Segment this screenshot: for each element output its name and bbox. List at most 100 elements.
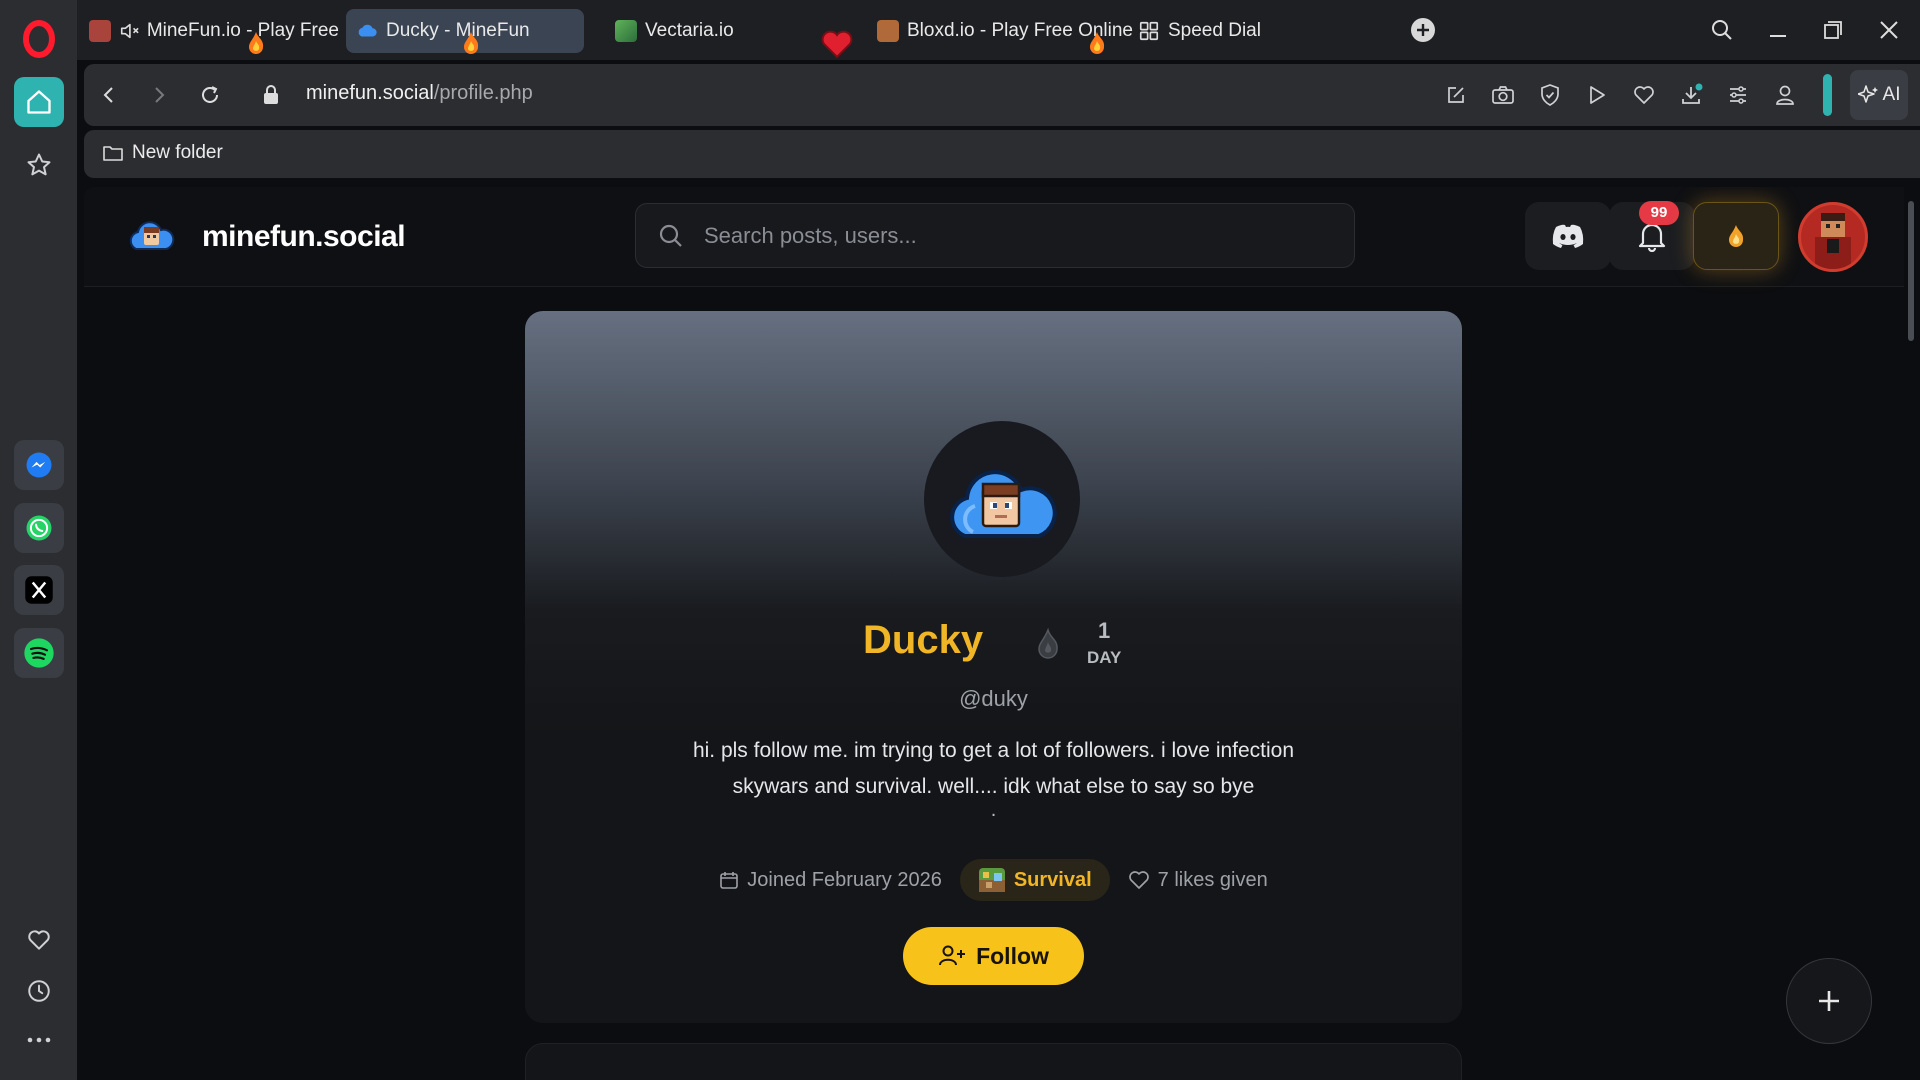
user-avatar[interactable] [1798,202,1868,272]
survival-mode-icon [978,868,1005,892]
streak-fire-icon [1729,225,1744,247]
bookmark-folder-label: New folder [132,142,223,163]
tab-title: Ducky - MineFun [386,20,530,41]
lock-icon[interactable] [256,80,286,110]
pinboard-star-icon[interactable] [14,140,64,190]
back-button[interactable] [94,80,124,110]
streak-unit: DAY [1087,648,1122,667]
create-post-button[interactable] [1786,958,1872,1044]
home-icon[interactable] [14,77,64,127]
favorites-heart-icon[interactable] [14,915,64,965]
folder-icon [103,146,123,161]
profile-name-row: Ducky [863,618,983,663]
url-domain: minefun.social [306,82,434,104]
notification-badge: 99 [1639,201,1679,225]
fire-icon [464,32,479,54]
search-placeholder: Search posts, users... [704,223,917,248]
url-path: /profile.php [433,82,533,104]
bloxd-favicon-icon [877,20,899,42]
add-user-icon [939,945,966,966]
history-clock-icon[interactable] [14,966,64,1016]
reload-button[interactable] [195,80,225,110]
restore-button[interactable] [1813,12,1853,48]
vectaria-favicon-icon [615,20,637,42]
tab-title: Speed Dial [1168,20,1261,41]
profile-account-icon[interactable] [1770,80,1800,110]
search-icon [659,224,682,247]
follow-button[interactable]: Follow [903,927,1084,985]
tab-title: Vectaria.io [645,20,734,41]
easy-setup-edit-icon[interactable] [1441,80,1471,110]
muted-speaker-icon[interactable] [119,20,141,42]
play-flow-icon[interactable] [1582,80,1612,110]
streak-counter: 1 DAY [1087,618,1121,668]
aria-indicator [1823,74,1832,116]
cloud-character-avatar-icon [950,470,1057,538]
downloads-icon[interactable] [1676,80,1706,110]
heart-outline-icon [1128,871,1149,889]
minimize-button[interactable] [1758,12,1798,48]
joined-text: Joined February 2026 [747,868,942,891]
address-bar: minefun.social/profile.php AI [84,64,1920,126]
plus-icon [1819,991,1839,1011]
whatsapp-icon[interactable] [14,503,64,553]
minefun-favicon-icon [89,20,111,42]
joined-date: Joined February 2026 [719,869,942,892]
likes-given-text: 7 likes given [1157,868,1268,891]
tab-strip: MineFun.io - Play Free Ducky - MineFun V… [77,0,1920,60]
snapshot-camera-icon[interactable] [1488,80,1518,110]
bookmark-folder[interactable]: New folder [102,142,223,164]
profile-bio-trailing: . [990,799,997,821]
likes-given: 7 likes given [1128,869,1268,892]
profile-card: Ducky 1 DAY @duky hi. pls follow me. im … [525,311,1462,1023]
minefun-cloud-logo-icon[interactable] [126,215,176,255]
discord-icon [1552,224,1584,248]
fire-icon [249,32,264,54]
tab-speed-dial[interactable]: Speed Dial [1138,9,1338,53]
speed-dial-grid-icon [1139,21,1159,41]
spotify-icon[interactable] [14,628,64,678]
x-twitter-icon[interactable] [14,565,64,615]
ai-label: AI [1882,84,1901,105]
new-tab-button[interactable] [1403,12,1443,48]
profile-display-name: Ducky [863,618,984,662]
favorite-game-mode-badge[interactable]: Survival [959,859,1110,901]
messenger-icon[interactable] [14,440,64,490]
streak-value: 1 [1098,618,1111,643]
fire-icon [1090,32,1105,54]
browser-sidebar [0,0,77,1080]
url-field[interactable]: minefun.social/profile.php [306,82,533,105]
shield-adblock-icon[interactable] [1535,80,1565,110]
streak-fire-icon [1038,627,1058,659]
tab-title: MineFun.io - Play Free [146,20,339,41]
bookmark-heart-icon[interactable] [1629,80,1659,110]
profile-bio: hi. pls follow me. im trying to get a lo… [692,739,1295,798]
follow-label: Follow [976,942,1049,969]
web-page: minefun.social Search posts, users... 99 [84,187,1920,1080]
forward-button[interactable] [144,80,174,110]
streak-fire-button[interactable] [1693,202,1779,270]
profile-handle: @duky [959,686,1028,711]
heart-icon [821,30,853,59]
minefun-cloud-favicon-icon [358,24,377,37]
page-scrollbar[interactable] [1908,201,1914,341]
bookmarks-bar: New folder [84,130,1920,178]
tab-search-icon[interactable] [1702,12,1742,48]
tab-minefun-play[interactable]: MineFun.io - Play Free [89,9,339,53]
discord-button[interactable] [1525,202,1611,270]
profile-meta-row: Joined February 2026 Survival 7 likes gi… [525,859,1462,901]
more-options-icon[interactable] [14,1015,64,1065]
opera-logo-icon[interactable] [22,20,56,58]
site-name[interactable]: minefun.social [202,220,406,254]
site-header: minefun.social Search posts, users... 99 [84,187,1904,287]
easy-setup-sliders-icon[interactable] [1723,80,1753,110]
site-search-input[interactable]: Search posts, users... [635,203,1355,268]
posts-card [525,1043,1462,1080]
sparkle-icon [1857,85,1878,103]
game-mode-label: Survival [1013,868,1092,891]
profile-avatar [924,421,1080,577]
close-window-button[interactable] [1869,12,1909,48]
ai-button[interactable]: AI [1850,70,1908,120]
calendar-icon [720,872,739,889]
tab-vectaria[interactable]: Vectaria.io [615,9,835,53]
